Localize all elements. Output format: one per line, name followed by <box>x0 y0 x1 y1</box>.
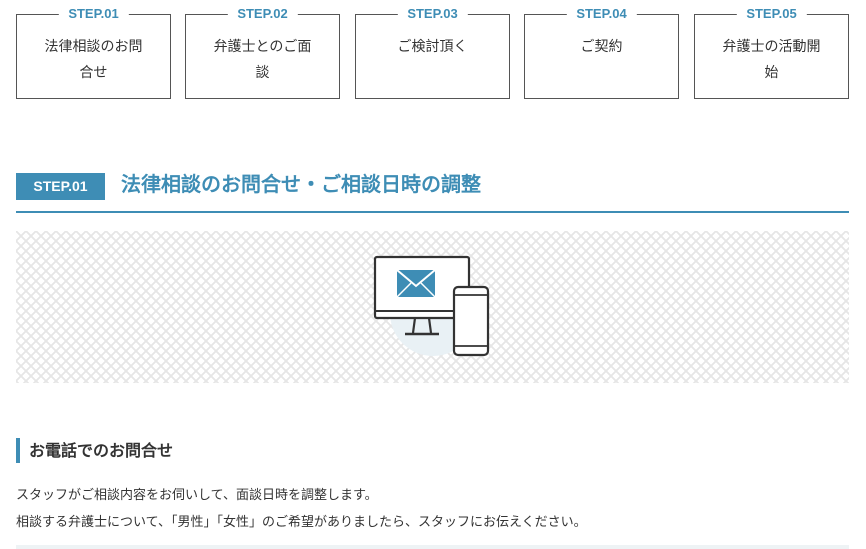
step-label: STEP.04 <box>566 6 637 22</box>
step-box-01: STEP.01 法律相談のお問 合せ <box>16 6 171 99</box>
step-text-line: 法律相談のお問 <box>44 39 143 55</box>
step-text: ご検討頂く <box>370 34 495 60</box>
step-text-line: 始 <box>764 65 779 81</box>
step-label: STEP.05 <box>736 6 807 22</box>
illustration-panel <box>16 231 849 383</box>
step-text-line: ご契約 <box>580 39 623 55</box>
computer-and-smartphone-mail-icon <box>373 255 490 357</box>
content-box-edge <box>16 545 849 549</box>
step-navigation: STEP.01 法律相談のお問 合せ STEP.02 弁護士とのご面 談 STE… <box>16 0 849 99</box>
step-text-line: ご検討頂く <box>397 39 468 55</box>
step-text-line: 合せ <box>79 65 108 81</box>
step-box-03: STEP.03 ご検討頂く <box>355 6 510 99</box>
step-text-line: 弁護士の活動開 <box>722 39 821 55</box>
step-label: STEP.01 <box>58 6 129 22</box>
contact-heading: お電話でのお問合せ <box>16 438 173 463</box>
step-box-04: STEP.04 ご契約 <box>524 6 679 99</box>
step-text-line: 談 <box>255 65 270 81</box>
step-box-02: STEP.02 弁護士とのご面 談 <box>185 6 340 99</box>
contact-description: スタッフがご相談内容をお伺いして、面談日時を調整します。 相談する弁護士について… <box>16 482 849 536</box>
step-box-05: STEP.05 弁護士の活動開 始 <box>694 6 849 99</box>
contact-paragraph-line: スタッフがご相談内容をお伺いして、面談日時を調整します。 <box>16 488 378 503</box>
step-text: 弁護士の活動開 始 <box>709 34 834 86</box>
section-heading: STEP.01 法律相談のお問合せ・ご相談日時の調整 <box>16 166 849 213</box>
step-label: STEP.03 <box>397 6 468 22</box>
step-text: ご契約 <box>539 34 664 60</box>
section-title: 法律相談のお問合せ・ご相談日時の調整 <box>121 172 481 196</box>
step-badge: STEP.01 <box>16 173 105 200</box>
step-text-line: 弁護士とのご面 <box>213 39 312 55</box>
step-text: 法律相談のお問 合せ <box>31 34 156 86</box>
step-text: 弁護士とのご面 談 <box>200 34 325 86</box>
contact-paragraph-line: 相談する弁護士について、「男性」「女性」のご希望がありましたら、スタッフにお伝え… <box>16 515 587 530</box>
step-label: STEP.02 <box>227 6 298 22</box>
